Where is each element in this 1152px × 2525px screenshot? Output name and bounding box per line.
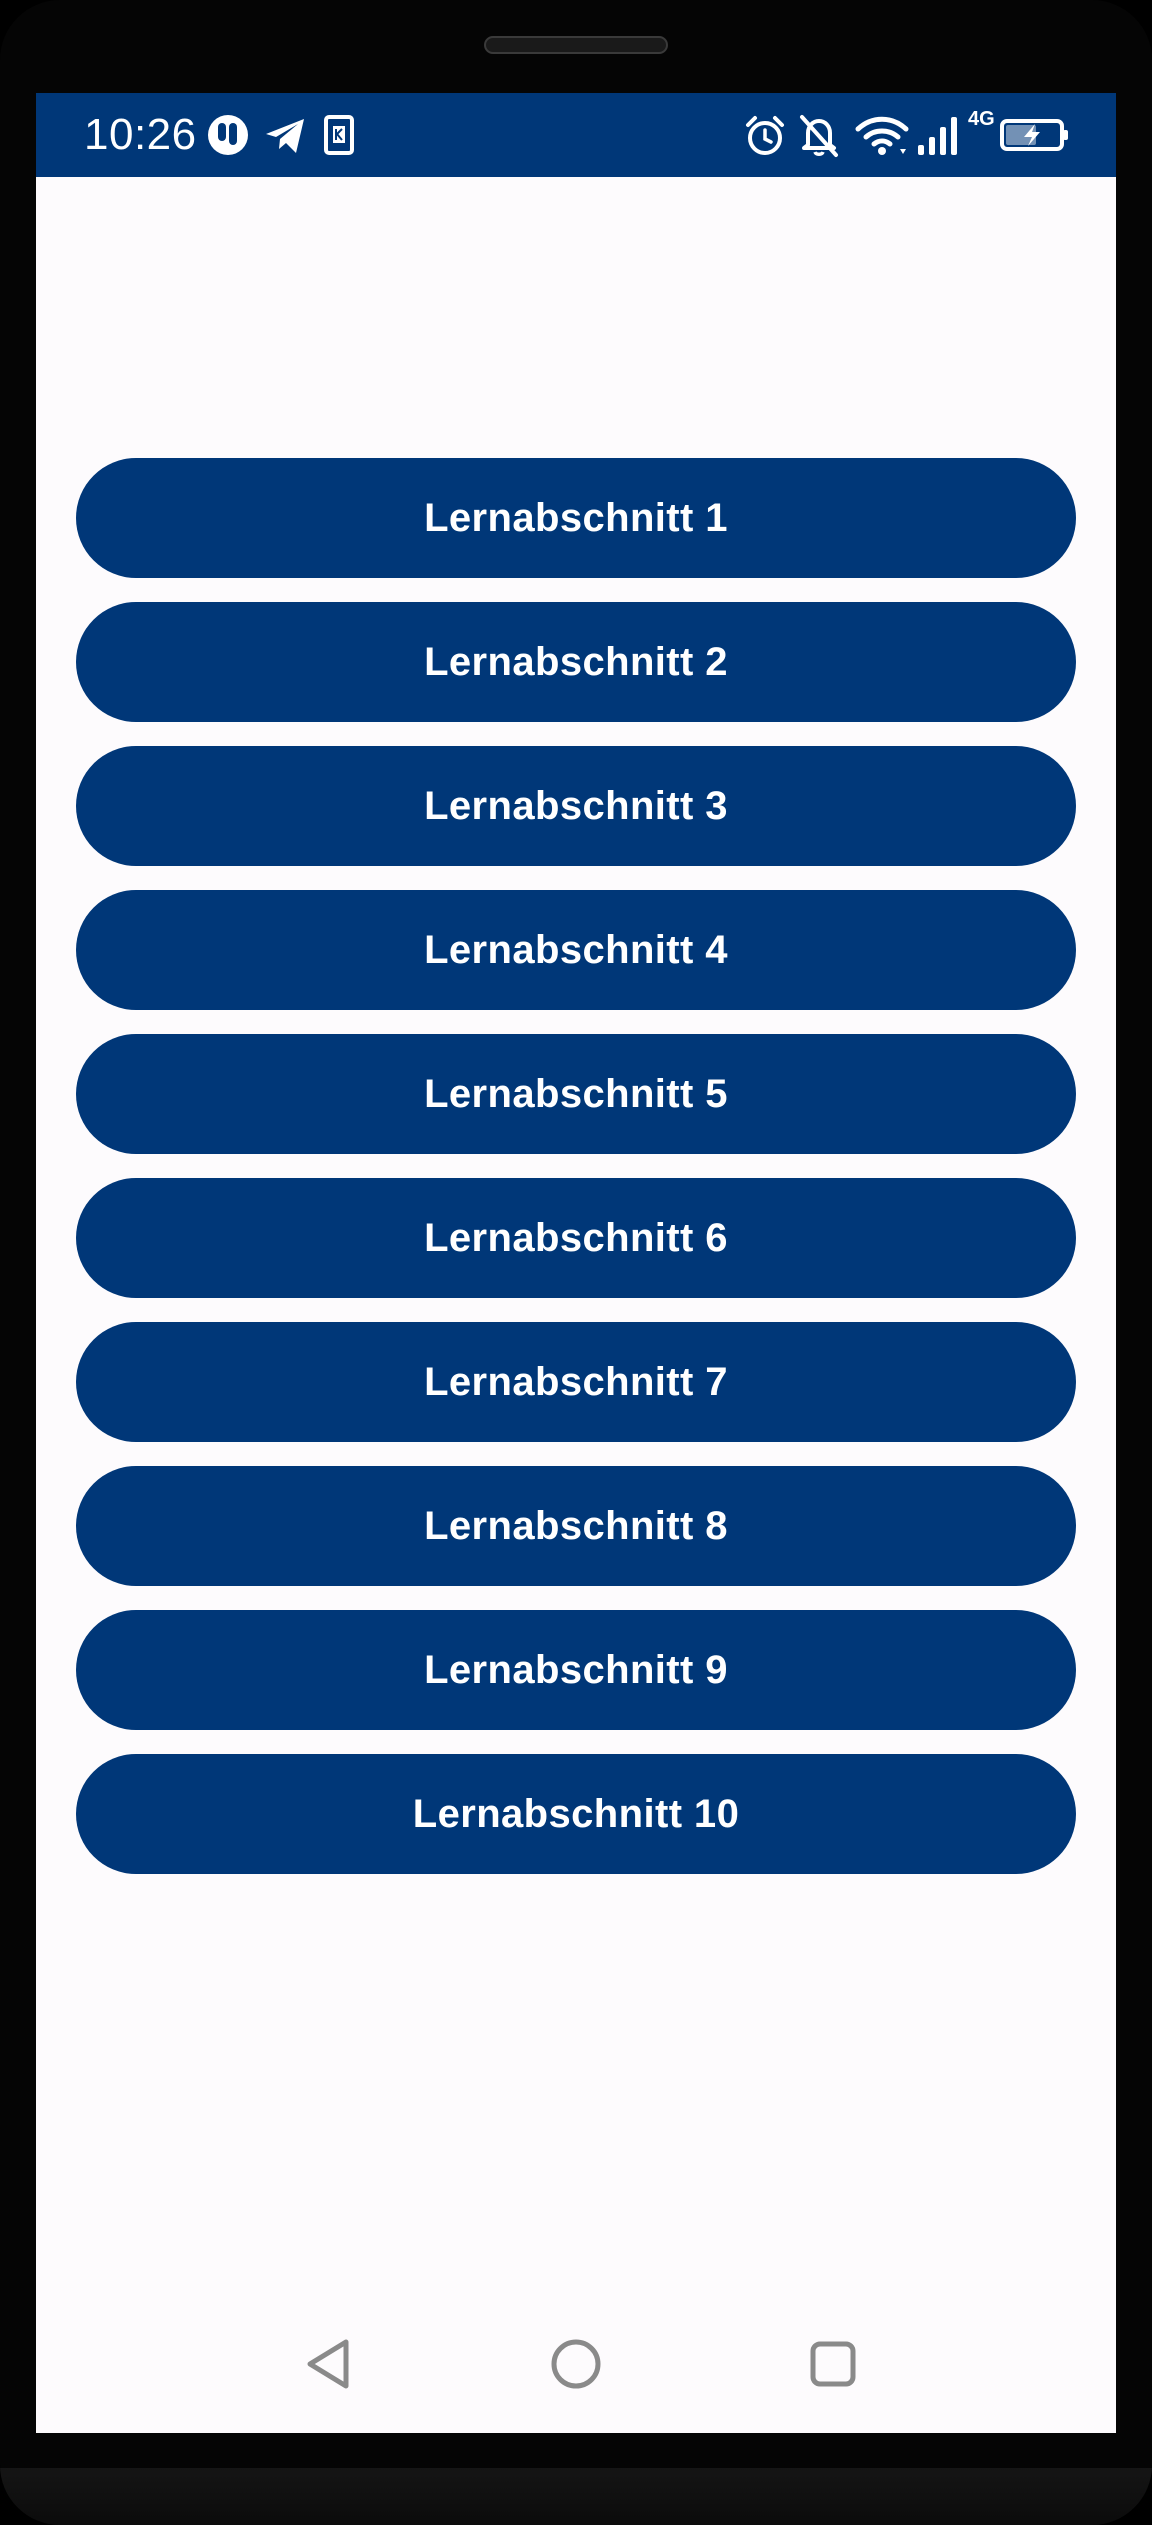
- screen: 10:26 4G Lernabschnitt 1 Lernabschnitt 2…: [36, 93, 1116, 2433]
- lesson-button-4[interactable]: Lernabschnitt 4: [76, 890, 1076, 1010]
- lesson-button-6[interactable]: Lernabschnitt 6: [76, 1178, 1076, 1298]
- home-icon: [548, 2336, 604, 2397]
- recents-button[interactable]: [788, 2321, 878, 2411]
- battery-charging-icon: [1000, 111, 1070, 159]
- lesson-button-8[interactable]: Lernabschnitt 8: [76, 1466, 1076, 1586]
- home-button[interactable]: [531, 2321, 621, 2411]
- lesson-button-2[interactable]: Lernabschnitt 2: [76, 602, 1076, 722]
- lesson-button-9[interactable]: Lernabschnitt 9: [76, 1610, 1076, 1730]
- phone-chin: [0, 2468, 1152, 2525]
- telegram-icon: [262, 111, 308, 159]
- navigation-bar: [36, 2297, 1116, 2433]
- network-type-label: 4G: [968, 108, 995, 130]
- lesson-button-7[interactable]: Lernabschnitt 7: [76, 1322, 1076, 1442]
- lesson-button-10[interactable]: Lernabschnitt 10: [76, 1754, 1076, 1874]
- lesson-list: Lernabschnitt 1 Lernabschnitt 2 Lernabsc…: [76, 458, 1076, 1898]
- lesson-button-5[interactable]: Lernabschnitt 5: [76, 1034, 1076, 1154]
- phone-frame: 10:26 4G Lernabschnitt 1 Lernabschnitt 2…: [0, 0, 1152, 2525]
- back-button[interactable]: [283, 2321, 373, 2411]
- alarm-icon: [742, 111, 788, 159]
- app-circle-icon: [206, 111, 250, 159]
- bell-off-icon: [796, 111, 842, 159]
- back-icon: [302, 2336, 354, 2397]
- signal-icon: [916, 111, 966, 159]
- wifi-icon: [854, 111, 910, 159]
- lesson-button-3[interactable]: Lernabschnitt 3: [76, 746, 1076, 866]
- status-time: 10:26: [84, 110, 197, 159]
- recents-icon: [807, 2338, 859, 2395]
- lesson-button-1[interactable]: Lernabschnitt 1: [76, 458, 1076, 578]
- earpiece-speaker: [484, 36, 668, 54]
- status-bar: 10:26 4G: [36, 93, 1116, 177]
- main-content: Lernabschnitt 1 Lernabschnitt 2 Lernabsc…: [36, 177, 1116, 2297]
- sim-card-icon: [322, 111, 356, 159]
